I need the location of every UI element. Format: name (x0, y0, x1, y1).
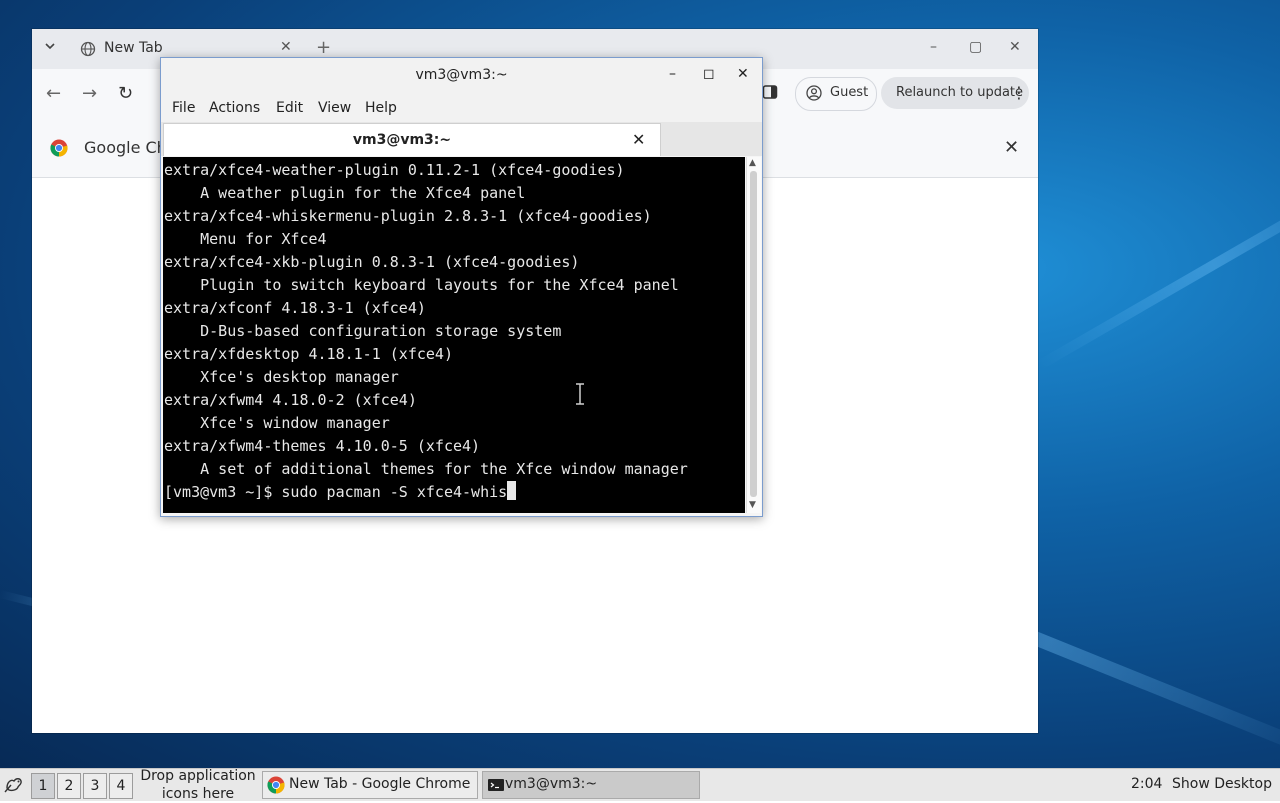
side-panel-icon[interactable] (762, 84, 778, 105)
scrollbar-thumb[interactable] (750, 171, 757, 497)
workspace-2-button[interactable]: 2 (57, 773, 81, 799)
taskbar: 1 2 3 4 Drop application icons here New … (0, 768, 1280, 801)
forward-icon[interactable]: → (82, 83, 97, 104)
guest-profile-button[interactable]: Guest (795, 77, 877, 111)
infobar-close-icon[interactable]: ✕ (1004, 137, 1019, 158)
back-icon[interactable]: ← (46, 83, 61, 104)
terminal-line: extra/xfce4-weather-plugin 0.11.2-1 (xfc… (164, 159, 625, 182)
terminal-tab-close-icon[interactable]: ✕ (632, 130, 645, 149)
desktop-light-beam (1038, 161, 1280, 370)
workspace-4-button[interactable]: 4 (109, 773, 133, 799)
terminal-line: Plugin to switch keyboard layouts for th… (164, 274, 679, 297)
terminal-line: Xfce's window manager (164, 412, 390, 435)
scroll-down-icon[interactable]: ▼ (749, 500, 756, 510)
workspace-1-button[interactable]: 1 (31, 773, 55, 799)
terminal-tab[interactable]: vm3@vm3:~ ✕ (163, 123, 661, 156)
chrome-menu-icon[interactable]: ⋮ (1011, 83, 1027, 102)
show-desktop-button[interactable]: Show Desktop (1172, 776, 1272, 792)
terminal-line: A set of additional themes for the Xfce … (164, 458, 688, 481)
tab-close-icon[interactable]: ✕ (280, 39, 292, 55)
new-tab-button[interactable]: + (316, 37, 331, 58)
launcher-drop-area: Drop application icons here (138, 767, 258, 803)
relaunch-to-update-button[interactable]: Relaunch to update ⋮ (881, 77, 1029, 109)
terminal-line: extra/xfconf 4.18.3-1 (xfce4) (164, 297, 426, 320)
chrome-minimize-button[interactable]: – (930, 39, 937, 55)
terminal-line: A weather plugin for the Xfce4 panel (164, 182, 525, 205)
ibeam-cursor-icon (575, 383, 585, 405)
terminal-prompt-line[interactable]: [vm3@vm3 ~]$ sudo pacman -S xfce4-whis (164, 481, 516, 504)
profile-icon (806, 85, 822, 101)
clock[interactable]: 2:04 (1131, 776, 1162, 792)
terminal-line: extra/xfce4-xkb-plugin 0.8.3-1 (xfce4-go… (164, 251, 579, 274)
terminal-titlebar[interactable]: vm3@vm3:~ – ◻ ✕ (161, 58, 762, 94)
terminal-menubar: File Actions Edit View Help (161, 94, 762, 122)
infobar-text: Google Ch (84, 138, 167, 157)
taskbar-task-label: vm3@vm3:~ (505, 776, 597, 792)
menu-view[interactable]: View (318, 100, 351, 116)
globe-icon (80, 41, 96, 57)
terminal-tab-label: vm3@vm3:~ (164, 132, 640, 148)
chrome-tab-title: New Tab (104, 40, 163, 56)
terminal-line: extra/xfce4-whiskermenu-plugin 2.8.3-1 (… (164, 205, 652, 228)
menu-edit[interactable]: Edit (276, 100, 303, 116)
terminal-maximize-button[interactable]: ◻ (703, 66, 715, 82)
terminal-line: Xfce's desktop manager (164, 366, 399, 389)
terminal-line: extra/xfdesktop 4.18.1-1 (xfce4) (164, 343, 453, 366)
terminal-close-button[interactable]: ✕ (737, 66, 749, 82)
menu-file[interactable]: File (172, 100, 195, 116)
terminal-line: extra/xfwm4-themes 4.10.0-5 (xfce4) (164, 435, 480, 458)
terminal-icon (487, 776, 505, 794)
terminal-scrollbar[interactable]: ▲ ▼ (746, 157, 761, 513)
chrome-logo-icon (50, 139, 68, 157)
chrome-close-button[interactable]: ✕ (1009, 39, 1021, 55)
terminal-window: vm3@vm3:~ – ◻ ✕ File Actions Edit View H… (160, 57, 763, 517)
workspace-3-button[interactable]: 3 (83, 773, 107, 799)
terminal-line: D-Bus-based configuration storage system (164, 320, 561, 343)
menu-help[interactable]: Help (365, 100, 397, 116)
taskbar-terminal-button[interactable]: vm3@vm3:~ (482, 771, 700, 799)
terminal-minimize-button[interactable]: – (669, 66, 676, 82)
terminal-prompt: [vm3@vm3 ~]$ sudo pacman -S xfce4-whis (164, 483, 507, 501)
relaunch-label: Relaunch to update (896, 85, 1023, 100)
text-cursor (507, 481, 516, 500)
xfce-menu-icon[interactable] (3, 773, 25, 795)
guest-label: Guest (830, 85, 868, 100)
terminal-line: extra/xfwm4 4.18.0-2 (xfce4) (164, 389, 417, 412)
chrome-logo-icon (267, 776, 285, 794)
terminal-line: Menu for Xfce4 (164, 228, 327, 251)
menu-actions[interactable]: Actions (209, 100, 260, 116)
taskbar-chrome-button[interactable]: New Tab - Google Chrome (262, 771, 478, 799)
reload-icon[interactable]: ↻ (118, 83, 133, 104)
terminal-output[interactable]: extra/xfce4-weather-plugin 0.11.2-1 (xfc… (163, 157, 745, 513)
taskbar-task-label: New Tab - Google Chrome (289, 776, 470, 792)
tab-search-chevron-icon[interactable] (44, 40, 60, 56)
terminal-tab-bar: vm3@vm3:~ ✕ (161, 122, 762, 156)
scroll-up-icon[interactable]: ▲ (749, 158, 756, 168)
chrome-maximize-button[interactable]: ▢ (969, 39, 982, 55)
